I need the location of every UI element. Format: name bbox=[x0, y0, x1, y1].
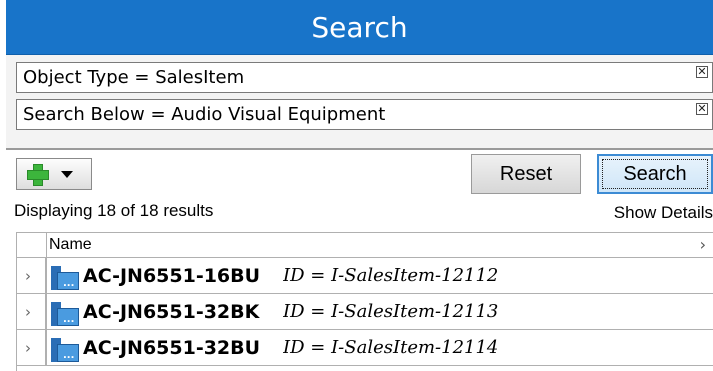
row-gutter bbox=[45, 258, 47, 293]
toolbar: Reset Search Displaying 18 of 18 results… bbox=[6, 150, 713, 232]
item-name[interactable]: AC-JN6551-32BK bbox=[83, 301, 259, 323]
remove-filter-icon[interactable]: ✕ bbox=[696, 103, 708, 115]
table-row[interactable]: › ... AC-JN6551-32BK ID = I-SalesItem-12… bbox=[17, 294, 713, 330]
item-name[interactable]: AC-JN6551-16BU bbox=[83, 265, 260, 287]
filter-chip-object-type: Object Type = SalesItem ✕ bbox=[16, 62, 713, 93]
filter-chip-search-below: Search Below = Audio Visual Equipment ✕ bbox=[16, 99, 713, 130]
filter-area: Object Type = SalesItem ✕ Search Below =… bbox=[6, 55, 713, 150]
row-gutter bbox=[45, 294, 47, 329]
grid-header-gutter bbox=[17, 233, 47, 258]
table-row[interactable]: › ... AC-JN6551-16BU ID = I-SalesItem-12… bbox=[17, 258, 713, 294]
add-criteria-button[interactable] bbox=[16, 158, 92, 190]
remove-filter-icon[interactable]: ✕ bbox=[696, 66, 708, 78]
filter-label: Object Type = SalesItem bbox=[23, 67, 245, 88]
sales-item-icon: ... bbox=[51, 302, 79, 326]
item-id: ID = I-SalesItem-12113 bbox=[283, 301, 499, 322]
column-header-name[interactable]: Name bbox=[49, 236, 92, 254]
item-id: ID = I-SalesItem-12114 bbox=[283, 337, 499, 358]
results-grid: Name › › ... AC-JN6551-16BU ID = I-Sales… bbox=[16, 232, 713, 371]
item-name[interactable]: AC-JN6551-32BU bbox=[83, 337, 260, 359]
item-id: ID = I-SalesItem-12112 bbox=[283, 265, 499, 286]
expand-row-icon[interactable]: › bbox=[25, 303, 31, 321]
show-details-link[interactable]: Show Details bbox=[614, 203, 713, 223]
sales-item-icon: ... bbox=[51, 338, 79, 362]
row-gutter bbox=[45, 330, 47, 365]
expand-row-icon[interactable]: › bbox=[25, 339, 31, 357]
plus-icon bbox=[27, 164, 49, 186]
sales-item-icon: ... bbox=[51, 266, 79, 290]
caret-down-icon bbox=[61, 170, 73, 178]
reset-button[interactable]: Reset bbox=[471, 154, 581, 194]
table-row[interactable]: › ... AC-JN6551-32BU ID = I-SalesItem-12… bbox=[17, 330, 713, 366]
search-panel-header: Search bbox=[6, 0, 713, 55]
panel-title: Search bbox=[311, 10, 408, 44]
filter-label: Search Below = Audio Visual Equipment bbox=[23, 104, 386, 125]
results-summary: Displaying 18 of 18 results bbox=[14, 201, 214, 220]
grid-header: Name › bbox=[17, 232, 713, 258]
chevron-right-icon[interactable]: › bbox=[700, 235, 706, 254]
search-button[interactable]: Search bbox=[597, 154, 713, 194]
expand-row-icon[interactable]: › bbox=[25, 267, 31, 285]
